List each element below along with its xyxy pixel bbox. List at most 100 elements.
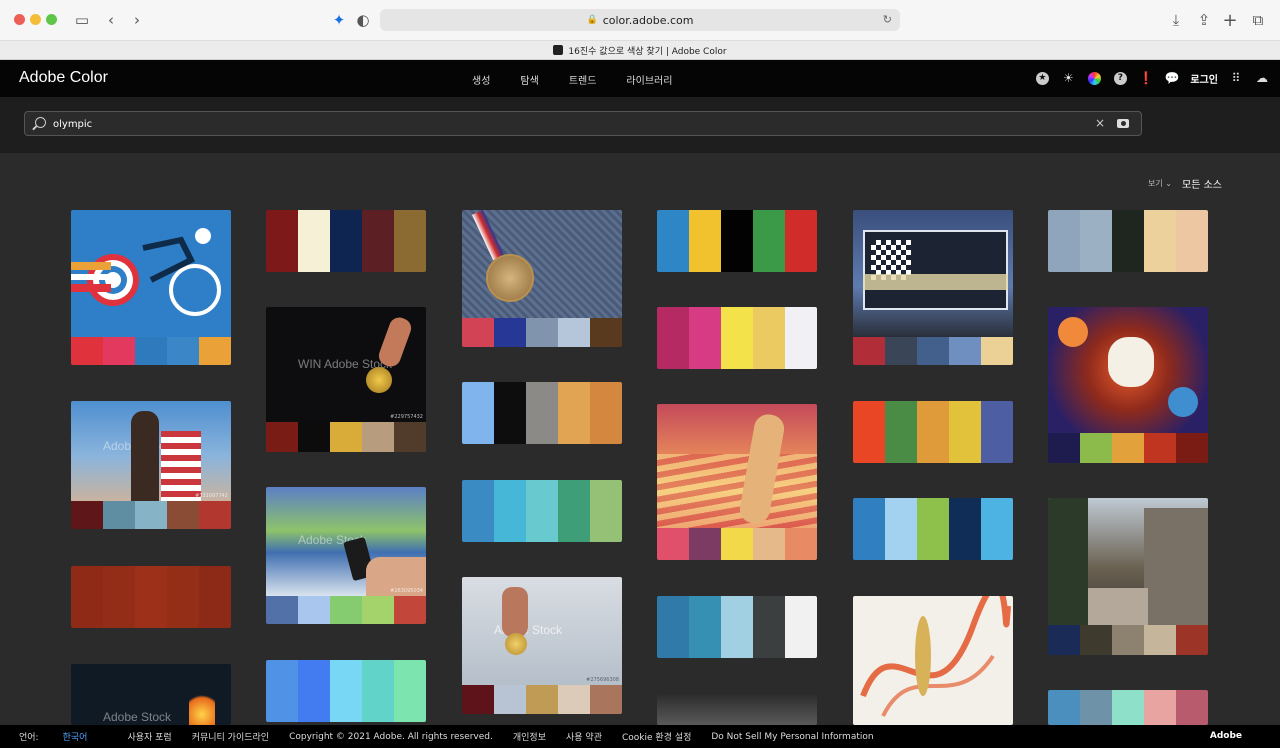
app-logo[interactable]: Adobe Color <box>19 69 108 87</box>
color-swatch[interactable] <box>494 382 526 444</box>
color-swatch[interactable] <box>330 660 362 722</box>
theme-card[interactable] <box>657 404 817 560</box>
chat-icon[interactable]: 💬 <box>1164 70 1180 86</box>
color-swatch[interactable] <box>199 501 231 529</box>
search-box[interactable]: × <box>24 111 1142 136</box>
color-swatch[interactable] <box>689 307 721 369</box>
color-swatch[interactable] <box>462 318 494 347</box>
theme-card[interactable] <box>71 210 231 365</box>
color-swatch[interactable] <box>1048 210 1080 272</box>
color-swatch[interactable] <box>917 498 949 560</box>
color-wheel-icon[interactable] <box>1086 70 1102 86</box>
color-swatch[interactable] <box>1176 433 1208 463</box>
color-swatch[interactable] <box>753 528 785 560</box>
color-swatch[interactable] <box>558 685 590 714</box>
theme-card[interactable]: Adobe Stock #331097742 <box>71 401 231 529</box>
badge-icon[interactable]: ★ <box>1034 70 1050 86</box>
color-swatch[interactable] <box>298 596 330 624</box>
color-swatch[interactable] <box>721 596 753 658</box>
footer-link-privacy[interactable]: 개인정보 <box>513 730 546 743</box>
color-swatch[interactable] <box>981 498 1013 560</box>
color-swatch[interactable] <box>1176 210 1208 272</box>
color-swatch[interactable] <box>526 318 558 347</box>
theme-card[interactable] <box>1048 498 1208 655</box>
nav-trends[interactable]: 트렌드 <box>569 72 597 87</box>
color-swatch[interactable] <box>753 307 785 369</box>
color-swatch[interactable] <box>853 498 885 560</box>
download-icon[interactable]: ⤓ <box>1168 9 1184 31</box>
theme-card[interactable] <box>1048 210 1208 272</box>
color-swatch[interactable] <box>199 337 231 365</box>
camera-icon[interactable] <box>1117 119 1129 128</box>
color-swatch[interactable] <box>721 210 753 272</box>
nav-create[interactable]: 생성 <box>472 72 490 87</box>
color-swatch[interactable] <box>785 210 817 272</box>
footer-link-cookies[interactable]: Cookie 환경 설정 <box>622 730 691 743</box>
color-swatch[interactable] <box>103 337 135 365</box>
color-swatch[interactable] <box>71 337 103 365</box>
color-swatch[interactable] <box>657 528 689 560</box>
view-dropdown[interactable]: 보기 ⌄ <box>1148 178 1172 189</box>
color-swatch[interactable] <box>917 337 949 365</box>
color-swatch[interactable] <box>753 596 785 658</box>
color-swatch[interactable] <box>330 596 362 624</box>
color-swatch[interactable] <box>1048 690 1080 725</box>
color-swatch[interactable] <box>1080 433 1112 463</box>
nav-explore[interactable]: 탐색 <box>520 72 538 87</box>
color-swatch[interactable] <box>785 307 817 369</box>
theme-card[interactable] <box>853 401 1013 463</box>
source-filter[interactable]: 모든 소스 <box>1182 176 1222 191</box>
color-swatch[interactable] <box>1112 210 1144 272</box>
color-swatch[interactable] <box>298 422 330 452</box>
color-swatch[interactable] <box>917 401 949 463</box>
privacy-shield-icon[interactable]: ◐ <box>356 9 370 31</box>
theme-card[interactable] <box>1048 307 1208 463</box>
color-swatch[interactable] <box>71 501 103 529</box>
color-swatch[interactable] <box>558 382 590 444</box>
color-swatch[interactable] <box>657 596 689 658</box>
brightness-icon[interactable]: ☀ <box>1060 70 1076 86</box>
color-swatch[interactable] <box>1112 625 1144 655</box>
color-swatch[interactable] <box>362 596 394 624</box>
color-swatch[interactable] <box>1112 433 1144 463</box>
color-swatch[interactable] <box>657 210 689 272</box>
color-swatch[interactable] <box>853 337 885 365</box>
color-swatch[interactable] <box>1176 625 1208 655</box>
color-swatch[interactable] <box>949 498 981 560</box>
color-swatch[interactable] <box>590 318 622 347</box>
color-swatch[interactable] <box>167 337 199 365</box>
theme-card[interactable]: Adobe Stock #275696308 <box>462 577 622 714</box>
theme-card[interactable]: WIN Adobe Stock #229757432 <box>266 307 426 452</box>
color-swatch[interactable] <box>1112 690 1144 725</box>
color-swatch[interactable] <box>949 337 981 365</box>
theme-card[interactable] <box>462 210 622 347</box>
help-icon[interactable]: ? <box>1112 70 1128 86</box>
theme-card[interactable] <box>853 210 1013 365</box>
nav-library[interactable]: 라이브러리 <box>626 72 672 87</box>
color-swatch[interactable] <box>1080 210 1112 272</box>
color-swatch[interactable] <box>103 566 135 628</box>
close-window-button[interactable] <box>14 14 25 25</box>
color-swatch[interactable] <box>103 501 135 529</box>
color-swatch[interactable] <box>266 422 298 452</box>
apps-grid-icon[interactable]: ⠿ <box>1228 70 1244 86</box>
color-swatch[interactable] <box>526 382 558 444</box>
color-swatch[interactable] <box>1176 690 1208 725</box>
color-swatch[interactable] <box>167 566 199 628</box>
color-swatch[interactable] <box>266 660 298 722</box>
color-swatch[interactable] <box>394 660 426 722</box>
color-swatch[interactable] <box>853 401 885 463</box>
new-tab-icon[interactable]: + <box>1222 9 1238 31</box>
color-swatch[interactable] <box>266 210 298 272</box>
language-selector[interactable]: 언어: 한국어 <box>19 730 107 743</box>
color-swatch[interactable] <box>981 337 1013 365</box>
color-swatch[interactable] <box>330 422 362 452</box>
color-swatch[interactable] <box>558 480 590 542</box>
color-swatch[interactable] <box>753 210 785 272</box>
color-swatch[interactable] <box>494 318 526 347</box>
clear-icon[interactable]: × <box>1095 116 1105 130</box>
color-swatch[interactable] <box>1080 625 1112 655</box>
color-swatch[interactable] <box>266 596 298 624</box>
creative-cloud-icon[interactable]: ☁ <box>1254 70 1270 86</box>
theme-card[interactable] <box>657 596 817 658</box>
